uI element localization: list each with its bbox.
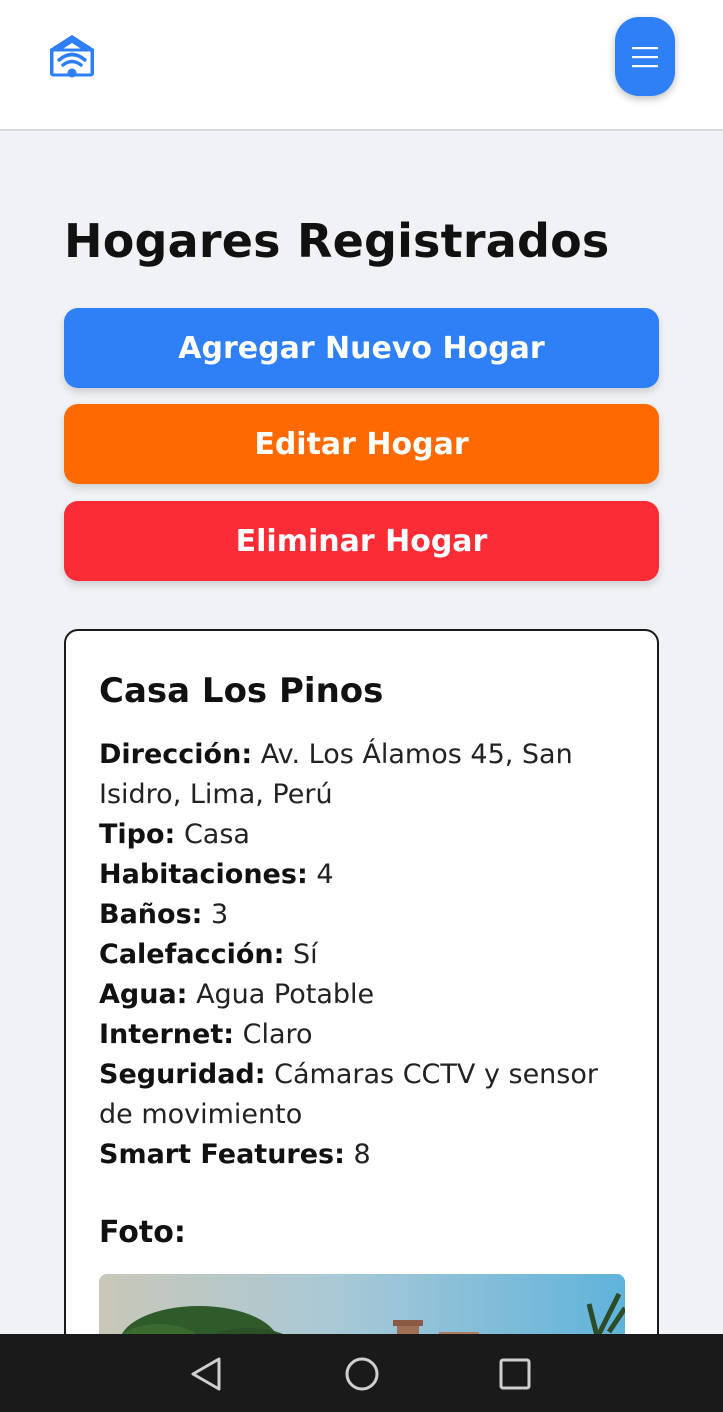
detail-bathrooms: Baños: 3 — [99, 895, 629, 935]
detail-label: Habitaciones: — [99, 859, 308, 890]
detail-value: 3 — [211, 899, 229, 930]
detail-address: Dirección: Av. Los Álamos 45, San Isidro… — [99, 735, 629, 815]
detail-water: Agua: Agua Potable — [99, 975, 629, 1015]
detail-type: Tipo: Casa — [99, 815, 629, 855]
photo-label: Foto: — [99, 1215, 186, 1250]
home-card[interactable]: Casa Los Pinos Dirección: Av. Los Álamos… — [64, 629, 659, 1412]
detail-label: Agua: — [99, 979, 188, 1010]
home-details: Dirección: Av. Los Álamos 45, San Isidro… — [99, 735, 629, 1175]
detail-internet: Internet: Claro — [99, 1015, 629, 1055]
smart-home-wifi-icon[interactable] — [46, 31, 98, 83]
page-title: Hogares Registrados — [64, 214, 610, 268]
detail-value: Claro — [242, 1019, 313, 1050]
add-home-button[interactable]: Agregar Nuevo Hogar — [64, 308, 659, 388]
detail-smart-features: Smart Features: 8 — [99, 1135, 629, 1175]
app-screen: Hogares Registrados Agregar Nuevo Hogar … — [0, 0, 723, 1412]
system-nav-bar — [0, 1334, 723, 1412]
detail-label: Tipo: — [99, 819, 176, 850]
detail-label: Smart Features: — [99, 1139, 345, 1170]
detail-security: Seguridad: Cámaras CCTV y sensor de movi… — [99, 1055, 629, 1135]
detail-label: Baños: — [99, 899, 203, 930]
hamburger-menu-icon — [632, 46, 658, 68]
detail-heating: Calefacción: Sí — [99, 935, 629, 975]
home-name: Casa Los Pinos — [99, 671, 384, 711]
edit-home-button[interactable]: Editar Hogar — [64, 404, 659, 484]
top-header — [0, 0, 723, 131]
detail-label: Calefacción: — [99, 939, 285, 970]
detail-label: Seguridad: — [99, 1059, 266, 1090]
detail-label: Dirección: — [99, 739, 253, 770]
detail-rooms: Habitaciones: 4 — [99, 855, 629, 895]
home-circle-icon[interactable] — [342, 1354, 382, 1394]
recents-square-icon[interactable] — [495, 1354, 535, 1394]
detail-value: Sí — [293, 939, 318, 970]
detail-value: 8 — [353, 1139, 371, 1170]
hamburger-menu-button[interactable] — [615, 17, 675, 96]
detail-value: 4 — [316, 859, 334, 890]
detail-value: Casa — [183, 819, 250, 850]
back-triangle-icon[interactable] — [187, 1354, 227, 1394]
delete-home-button[interactable]: Eliminar Hogar — [64, 501, 659, 581]
detail-value: Agua Potable — [196, 979, 375, 1010]
detail-label: Internet: — [99, 1019, 235, 1050]
